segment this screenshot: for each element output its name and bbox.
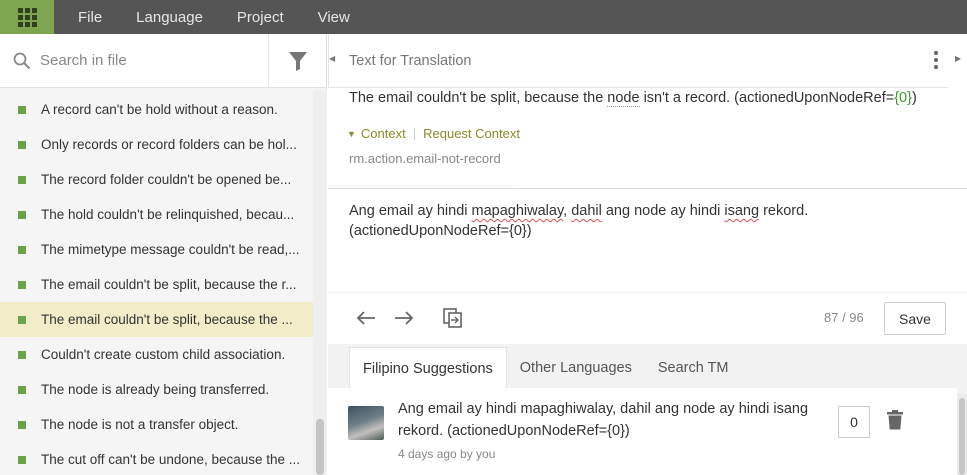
- grid-icon: [17, 7, 37, 27]
- tab-search-tm[interactable]: Search TM: [645, 347, 742, 389]
- request-context-link[interactable]: Request Context: [423, 126, 520, 141]
- string-list: A record can't be hold without a reason.…: [0, 92, 313, 475]
- filter-icon: [288, 51, 307, 71]
- list-item[interactable]: The cut off can't be undone, because the…: [0, 442, 313, 475]
- caret-down-icon: ▼: [347, 128, 356, 139]
- menu-view[interactable]: View: [318, 9, 350, 26]
- context-toggle[interactable]: Context: [361, 126, 406, 141]
- editor-panel: Text for Translation The email couldn't …: [328, 34, 967, 475]
- string-list-panel: A record can't be hold without a reason.…: [0, 33, 327, 475]
- next-button[interactable]: [389, 303, 419, 333]
- list-item[interactable]: The email couldn't be split, because the…: [0, 267, 313, 302]
- placeholder-token: {0}: [894, 90, 912, 106]
- list-item[interactable]: A record can't be hold without a reason.: [0, 92, 313, 127]
- list-item[interactable]: The hold couldn't be relinquished, becau…: [0, 197, 313, 232]
- arrow-right-icon: [395, 311, 414, 325]
- menu-language[interactable]: Language: [136, 9, 203, 26]
- list-item[interactable]: Only records or record folders can be ho…: [0, 127, 313, 162]
- editor-title: Text for Translation: [349, 52, 472, 69]
- status-dot: [18, 385, 26, 394]
- suggestions-scrollbar[interactable]: [957, 394, 967, 475]
- tab-other-languages[interactable]: Other Languages: [507, 347, 645, 389]
- status-dot: [18, 245, 26, 254]
- status-dot: [18, 210, 26, 219]
- arrow-left-icon: [356, 311, 375, 325]
- list-scrollbar[interactable]: [313, 90, 327, 475]
- avatar: [348, 406, 384, 440]
- suggestion-meta: 4 days ago by you: [398, 447, 496, 461]
- suggestion-tabs: Filipino Suggestions Other Languages Sea…: [349, 347, 742, 389]
- editor-header: Text for Translation: [328, 34, 948, 88]
- status-dot: [18, 140, 26, 149]
- progress-counter: 87 / 96: [824, 310, 864, 325]
- status-dot: [18, 315, 26, 324]
- menu-project[interactable]: Project: [237, 9, 284, 26]
- tab-filipino-suggestions[interactable]: Filipino Suggestions: [349, 347, 507, 389]
- search-bar: [0, 33, 326, 88]
- scrollbar-thumb[interactable]: [316, 419, 324, 475]
- status-dot: [18, 280, 26, 289]
- status-dot: [18, 350, 26, 359]
- list-item[interactable]: The record folder couldn't be opened be.…: [0, 162, 313, 197]
- search-input[interactable]: [40, 52, 265, 69]
- menu-file[interactable]: File: [78, 9, 102, 26]
- suggestion-item: Ang email ay hindi mapaghiwalay, dahil a…: [328, 388, 957, 475]
- translation-textarea[interactable]: Ang email ay hindi mapaghiwalay, dahil a…: [349, 201, 909, 241]
- trash-icon: [887, 410, 903, 430]
- scrollbar-thumb[interactable]: [959, 398, 965, 475]
- context-key: rm.action.email-not-record: [349, 151, 501, 166]
- previous-button[interactable]: [351, 303, 381, 333]
- list-item[interactable]: Couldn't create custom child association…: [0, 337, 313, 372]
- list-item[interactable]: The mimetype message couldn't be read,..…: [0, 232, 313, 267]
- editor-toolbar: 87 / 96 Save: [328, 292, 967, 344]
- main-menu: File Language Project View: [78, 9, 384, 26]
- status-dot: [18, 455, 26, 464]
- search-icon: [0, 52, 40, 70]
- delete-button[interactable]: [887, 410, 903, 435]
- vote-count[interactable]: 0: [838, 406, 870, 438]
- list-item[interactable]: The node is already being transferred.: [0, 372, 313, 407]
- list-item[interactable]: The email couldn't be split, because the…: [0, 302, 313, 337]
- top-bar: File Language Project View: [0, 0, 967, 34]
- list-item[interactable]: The node is not a transfer object.: [0, 407, 313, 442]
- more-options-icon[interactable]: [934, 51, 938, 69]
- status-dot: [18, 105, 26, 114]
- translation-editor: File Language Project View A record can'…: [0, 0, 967, 475]
- status-dot: [18, 175, 26, 184]
- suggestion-text[interactable]: Ang email ay hindi mapaghiwalay, dahil a…: [398, 398, 818, 442]
- status-dot: [18, 420, 26, 429]
- copy-icon: [443, 308, 462, 328]
- filter-button[interactable]: [268, 33, 326, 88]
- source-text: The email couldn't be split, because the…: [349, 90, 917, 107]
- copy-source-button[interactable]: [438, 303, 468, 333]
- divider: [328, 188, 967, 189]
- context-links: ▼ Context | Request Context: [347, 126, 520, 141]
- suggestions-panel: Filipino Suggestions Other Languages Sea…: [328, 344, 967, 475]
- apps-menu-button[interactable]: [0, 0, 54, 34]
- save-button[interactable]: Save: [884, 302, 946, 335]
